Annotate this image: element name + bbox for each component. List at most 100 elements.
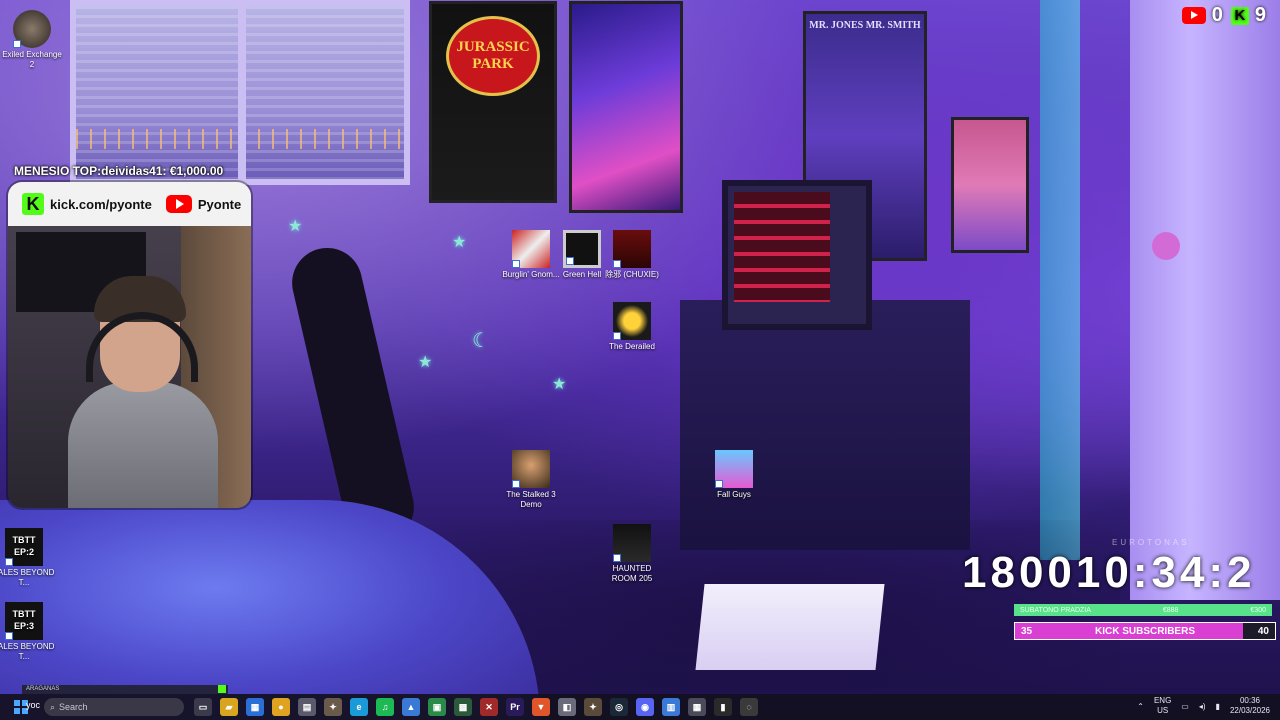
desktop-icon-the-stalked-3[interactable]: The Stalked 3 Demo: [499, 450, 563, 510]
door-knob: [1152, 232, 1180, 260]
taskbar-app-steam-icon[interactable]: ◎: [610, 698, 628, 716]
kick-logo-icon: K: [22, 193, 44, 215]
notification-text: ARAGANAS: [26, 686, 60, 692]
streamer-body: [68, 382, 218, 508]
taskbar-app-app2-icon[interactable]: ▩: [454, 698, 472, 716]
taskbar-app-chrome-icon[interactable]: ●: [272, 698, 290, 716]
the-stalked-3-icon: [512, 450, 550, 488]
language-code: ENG: [1153, 696, 1172, 705]
star-icon: ★: [552, 376, 567, 393]
taskbar-app-calc-icon[interactable]: ▦: [688, 698, 706, 716]
battery-icon[interactable]: ▮: [1216, 702, 1220, 711]
tv-desk: [680, 300, 970, 550]
language-indicator[interactable]: ENG US: [1154, 696, 1171, 716]
desktop-icon-label: TALES BEYOND T...: [0, 568, 55, 587]
power-rangers-poster: [954, 120, 1026, 250]
subscribers-goal-max: 40: [1257, 626, 1269, 637]
crt-tv: [722, 180, 872, 330]
taskbar-search-input[interactable]: ⌕ Search: [44, 698, 184, 716]
desktop-icon-tales-beyond-ep3[interactable]: TBTT EP:3 TALES BEYOND T...: [0, 602, 56, 662]
youtube-count-value: 0: [1211, 4, 1223, 26]
taskbar-notification[interactable]: ARAGANAS: [22, 685, 228, 694]
pizza-box: [695, 584, 885, 670]
taskbar-app-app4-icon[interactable]: ◧: [558, 698, 576, 716]
star-icon: ★: [288, 218, 303, 235]
streamer-figure: [68, 276, 218, 508]
fall-guys-icon: [715, 450, 753, 488]
network-icon[interactable]: ▭: [1181, 702, 1189, 711]
desktop-icon-the-derailed[interactable]: The Derailed: [600, 302, 664, 352]
tales-beyond-ep3-icon: TBTT EP:3: [5, 602, 43, 640]
webcam-social-bar: K kick.com/pyonte Pyonte: [8, 182, 251, 226]
kick-count-value: 9: [1254, 4, 1266, 26]
taskbar-app-discord-icon[interactable]: ◉: [636, 698, 654, 716]
webcam-overlay: K kick.com/pyonte Pyonte: [8, 182, 251, 508]
kick-subscribers-goal-bar: 35 KICK SUBSCRIBERS 40: [1014, 622, 1276, 640]
bedroom-door: [1130, 0, 1280, 600]
system-tray: ⌃ ENG US ▭ ◂) ▮ 00:36 22/03/2026: [1137, 696, 1270, 716]
subscribers-goal-label: KICK SUBSCRIBERS: [1094, 626, 1195, 637]
region-code: US: [1157, 706, 1169, 715]
door-frame: [1040, 0, 1080, 560]
taskbar-app-obs-icon[interactable]: ◌: [740, 698, 758, 716]
batman-poster: [572, 4, 680, 210]
taskbar-app-premiere-icon[interactable]: Pr: [506, 698, 524, 716]
donation-goal-current: €888: [1162, 606, 1179, 614]
taskbar-clock[interactable]: 00:36 22/03/2026: [1230, 696, 1270, 716]
jurassic-park-poster: JURASSIC PARK: [432, 4, 554, 200]
taskbar-app-files-icon[interactable]: ▤: [298, 698, 316, 716]
donation-goal-bar: SUBATONO PRADZIA €888 €300: [1014, 604, 1272, 616]
taskbar-app-notepad-icon[interactable]: ▥: [662, 698, 680, 716]
taskbar-app-game1-icon[interactable]: ✦: [324, 698, 342, 716]
desktop-icon-label: HAUNTED ROOM 205: [611, 564, 653, 583]
taskbar-app-app1-icon[interactable]: ▣: [428, 698, 446, 716]
star-icon: ★: [452, 234, 467, 251]
desktop-icon-tales-beyond-ep2[interactable]: TBTT EP:2 TALES BEYOND T...: [0, 528, 56, 588]
taskbar-app-taskview-icon[interactable]: ▭: [194, 698, 212, 716]
star-icon: ★: [418, 354, 433, 371]
the-derailed-icon: [613, 302, 651, 340]
donation-goal-label: SUBATONO PRADZIA: [1020, 606, 1091, 614]
donation-goal-target: €300: [1250, 606, 1266, 614]
taskbar-app-app3-icon[interactable]: ✕: [480, 698, 498, 716]
desktop-icon-exiled-exchange[interactable]: Exiled Exchange 2: [0, 10, 64, 70]
desktop-icon-fall-guys[interactable]: Fall Guys: [702, 450, 766, 500]
desktop-icon-label: The Stalked 3 Demo: [506, 490, 556, 509]
youtube-icon: [1181, 7, 1206, 24]
taskbar-app-store-icon[interactable]: ▦: [246, 698, 264, 716]
desktop-icon-label: Fall Guys: [717, 490, 751, 499]
taskbar-app-photos-icon[interactable]: ▲: [402, 698, 420, 716]
window-mullion: [238, 6, 246, 179]
clock-time: 00:36: [1239, 696, 1260, 705]
bedroom-window: [70, 0, 410, 185]
watermark-text: EUROTONAS: [1112, 538, 1190, 547]
viewer-counters: 0 K 9: [1181, 4, 1266, 27]
desktop-icon-haunted-room[interactable]: HAUNTED ROOM 205: [600, 524, 664, 584]
volume-icon[interactable]: ◂): [1199, 702, 1206, 711]
jurassic-park-logo: JURASSIC PARK: [446, 16, 540, 96]
desktop-icon-label: The Derailed: [609, 342, 655, 351]
chuxie-icon: [613, 230, 651, 268]
taskbar-app-brave-icon[interactable]: ▼: [532, 698, 550, 716]
taskbar-app-game2-icon[interactable]: ✦: [584, 698, 602, 716]
search-icon: ⌕: [50, 701, 56, 712]
desktop-icon-label: Exiled Exchange 2: [2, 50, 62, 69]
search-placeholder: Search: [59, 702, 88, 712]
burglin-gnomes-icon: [512, 230, 550, 268]
moon-icon: ☾: [472, 330, 490, 352]
taskbar-app-spotify-icon[interactable]: ♫: [376, 698, 394, 716]
taskbar-weather-text[interactable]: yoc: [26, 700, 40, 710]
desktop-icon-chuxie[interactable]: 除邪 (CHUXIE): [600, 230, 664, 280]
youtube-channel-name: Pyonte: [197, 196, 242, 212]
taskbar-app-explorer-icon[interactable]: ▰: [220, 698, 238, 716]
taskbar-app-terminal-icon[interactable]: ▮: [714, 698, 732, 716]
subathon-timer: 180010:34:2: [962, 548, 1256, 597]
youtube-logo-icon: [165, 195, 192, 213]
show-hidden-icons-icon[interactable]: ⌃: [1137, 702, 1144, 711]
windows-taskbar: yoc ⌕ Search ▭ ▰ ▦ ● ▤ ✦ e ♫ ▲ ▣ ▩ ✕ Pr ▼ ◧ ✦ ◎ ◉ ▥ ▦ ▮ ◌ ⌃ E…: [0, 694, 1280, 720]
tv-screen: [734, 192, 830, 302]
kick-notification-icon: [218, 685, 226, 693]
men-in-black-poster-title: MR. JONES MR. SMITH: [809, 20, 921, 31]
clock-date: 22/03/2026: [1229, 706, 1270, 715]
taskbar-app-edge-icon[interactable]: e: [350, 698, 368, 716]
